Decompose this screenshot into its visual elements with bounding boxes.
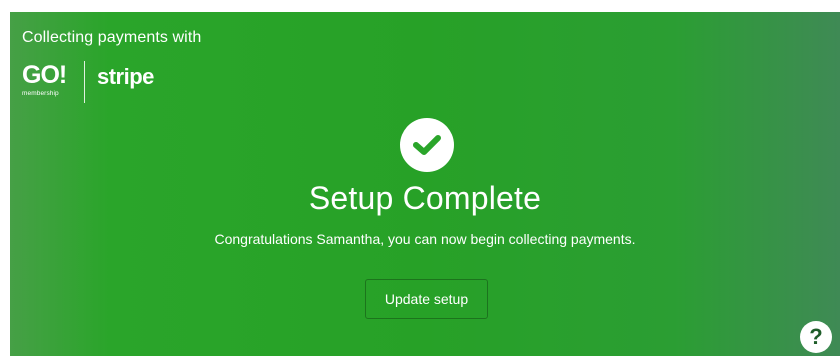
go-membership-logo: GO! membership	[22, 62, 68, 102]
provider-logos: GO! membership stripe	[22, 60, 154, 104]
go-logo-wordmark: GO!	[22, 61, 67, 89]
stripe-logo: stripe	[97, 64, 154, 89]
logo-divider	[84, 61, 85, 103]
update-setup-button[interactable]: Update setup	[365, 279, 488, 319]
setup-complete-title: Setup Complete	[308, 180, 542, 216]
collecting-payments-label: Collecting payments with	[22, 29, 202, 46]
payment-setup-panel: Collecting payments with GO! membership …	[10, 12, 840, 356]
check-circle-icon	[400, 118, 454, 172]
help-icon[interactable]: ?	[800, 321, 832, 353]
checkmark-icon	[413, 135, 441, 155]
page-background: Collecting payments with GO! membership …	[0, 0, 840, 356]
go-logo-subtitle: membership	[22, 90, 59, 97]
congratulations-message: Congratulations Samantha, you can now be…	[214, 231, 636, 247]
question-mark-glyph: ?	[809, 324, 823, 349]
